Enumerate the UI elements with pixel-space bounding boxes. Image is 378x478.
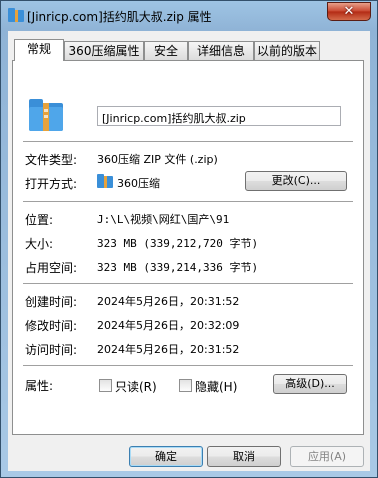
hidden-checkbox[interactable]	[179, 379, 192, 392]
file-type-value: 360压缩 ZIP 文件 (.zip)	[97, 153, 218, 166]
divider	[23, 201, 353, 202]
size-on-disk-label: 占用空间:	[25, 261, 78, 275]
change-button[interactable]: 更改(C)...	[245, 171, 347, 191]
location-label: 位置:	[25, 213, 54, 227]
size-value: 323 MB (339,212,720 字节)	[97, 237, 259, 250]
size-on-disk-value: 323 MB (339,214,336 字节)	[97, 261, 259, 274]
readonly-checkbox[interactable]	[99, 379, 112, 392]
general-tab-panel: [Jinricp.com]括约肌大叔.zip 文件类型: 360压缩 ZIP 文…	[12, 60, 364, 435]
title-bar[interactable]: [Jinricp.com]括约肌大叔.zip 属性 ✕	[1, 1, 377, 31]
zip-archive-icon	[29, 99, 63, 131]
created-value: 2024年5月26日，20:31:52	[97, 295, 240, 308]
created-label: 创建时间:	[25, 295, 78, 309]
tab-360zip-properties[interactable]: 360压缩属性	[64, 41, 144, 60]
accessed-label: 访问时间:	[25, 343, 78, 357]
window-title: [Jinricp.com]括约肌大叔.zip 属性	[27, 10, 212, 24]
apply-button[interactable]: 应用(A)	[290, 446, 364, 467]
properties-window: [Jinricp.com]括约肌大叔.zip 属性 ✕ 常规 360压缩属性 安…	[0, 0, 378, 478]
filename-field[interactable]: [Jinricp.com]括约肌大叔.zip	[97, 106, 341, 126]
zip-archive-icon	[8, 8, 24, 22]
tab-details[interactable]: 详细信息	[188, 41, 254, 60]
advanced-button[interactable]: 高级(D)...	[273, 374, 347, 394]
divider	[23, 141, 353, 142]
readonly-label[interactable]: 只读(R)	[115, 378, 157, 395]
location-value: J:\L\视频\网红\国产\91	[97, 213, 230, 226]
size-label: 大小:	[25, 237, 54, 251]
hidden-label[interactable]: 隐藏(H)	[195, 378, 237, 395]
divider	[23, 365, 353, 366]
cancel-button[interactable]: 取消	[207, 446, 281, 467]
modified-label: 修改时间:	[25, 319, 78, 333]
filename-value: [Jinricp.com]括约肌大叔.zip	[102, 112, 246, 125]
open-with-label: 打开方式:	[25, 177, 78, 191]
ok-button[interactable]: 确定	[129, 446, 203, 467]
close-button[interactable]: ✕	[327, 2, 371, 21]
tab-general[interactable]: 常规	[14, 39, 64, 61]
tab-previous-versions[interactable]: 以前的版本	[254, 41, 320, 60]
file-type-label: 文件类型:	[25, 153, 78, 167]
close-icon: ✕	[343, 4, 355, 19]
attributes-label: 属性:	[25, 379, 54, 393]
accessed-value: 2024年5月26日，20:31:52	[97, 343, 240, 356]
modified-value: 2024年5月26日，20:32:09	[97, 319, 240, 332]
divider	[23, 283, 353, 284]
tab-security[interactable]: 安全	[144, 41, 188, 60]
dialog-client-area: 常规 360压缩属性 安全 详细信息 以前的版本 [Jinricp.com]括约…	[8, 31, 370, 471]
360zip-app-icon	[97, 174, 113, 188]
open-with-value: 360压缩	[117, 177, 160, 190]
